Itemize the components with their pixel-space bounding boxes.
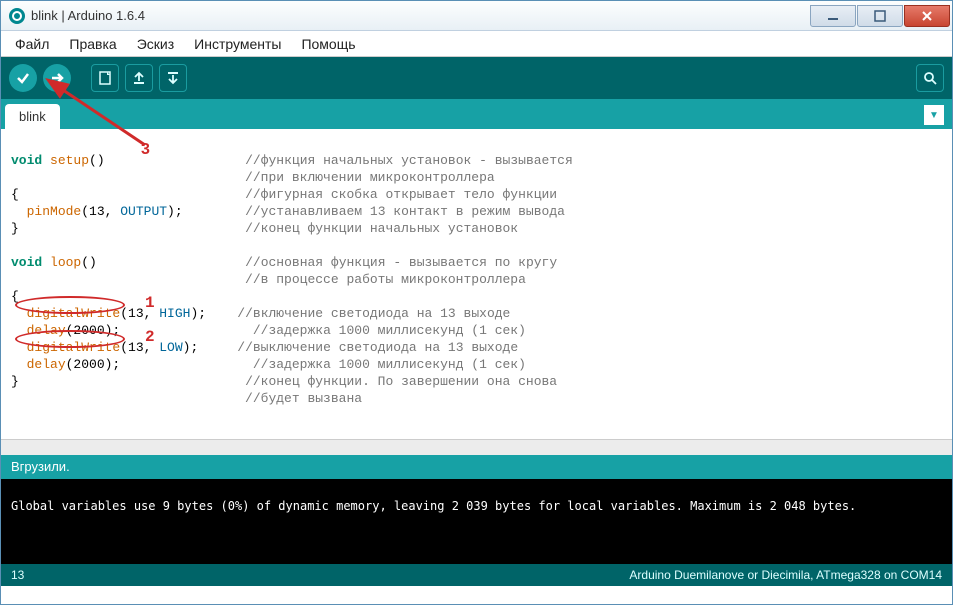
menu-sketch[interactable]: Эскиз	[131, 34, 180, 54]
window-titlebar: blink | Arduino 1.6.4	[1, 1, 952, 31]
status-line-number: 13	[11, 568, 24, 582]
menu-file[interactable]: Файл	[9, 34, 55, 54]
tab-menu-button[interactable]: ▼	[924, 105, 944, 125]
code-token: void	[11, 153, 42, 168]
save-button[interactable]	[159, 64, 187, 92]
output-console[interactable]: Global variables use 9 bytes (0%) of dyn…	[1, 479, 952, 564]
status-bar: 13 Arduino Duemilanove or Diecimila, ATm…	[1, 564, 952, 586]
menu-bar: Файл Правка Эскиз Инструменты Помощь	[1, 31, 952, 57]
menu-edit[interactable]: Правка	[63, 34, 122, 54]
menu-tools[interactable]: Инструменты	[188, 34, 287, 54]
tab-strip: blink ▼	[1, 99, 952, 129]
console-line: Global variables use 9 bytes (0%) of dyn…	[11, 499, 942, 513]
toolbar	[1, 57, 952, 99]
new-button[interactable]	[91, 64, 119, 92]
code-editor[interactable]: void setup() //функция начальных установ…	[1, 129, 952, 439]
horizontal-scrollbar[interactable]	[1, 439, 952, 455]
window-controls	[809, 5, 950, 27]
arduino-logo-icon	[9, 8, 25, 24]
upload-button[interactable]	[43, 64, 71, 92]
verify-button[interactable]	[9, 64, 37, 92]
build-status-bar: Вгрузили.	[1, 455, 952, 479]
close-button[interactable]	[904, 5, 950, 27]
menu-help[interactable]: Помощь	[295, 34, 361, 54]
maximize-button[interactable]	[857, 5, 903, 27]
status-board-info: Arduino Duemilanove or Diecimila, ATmega…	[629, 568, 942, 582]
tab-blink[interactable]: blink	[5, 104, 60, 129]
open-button[interactable]	[125, 64, 153, 92]
window-title: blink | Arduino 1.6.4	[31, 8, 809, 23]
minimize-button[interactable]	[810, 5, 856, 27]
build-status-text: Вгрузили.	[11, 459, 70, 474]
serial-monitor-button[interactable]	[916, 64, 944, 92]
